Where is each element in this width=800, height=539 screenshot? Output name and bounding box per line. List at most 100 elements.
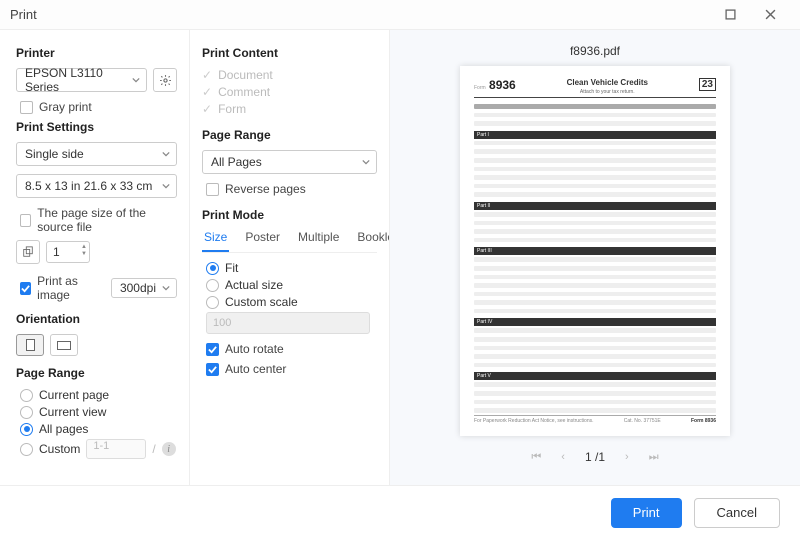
window-title: Print — [10, 7, 37, 22]
printer-settings-button[interactable] — [153, 68, 177, 92]
current-page-radio[interactable] — [20, 389, 33, 402]
gear-icon — [159, 74, 172, 87]
printer-selected: EPSON L3110 Series — [25, 66, 126, 94]
page-size-source-label: The page size of the source file — [37, 206, 177, 234]
copies-input[interactable]: 1 ▲▼ — [46, 241, 90, 263]
custom-range-input[interactable]: 1-1 — [86, 439, 146, 459]
actual-size-radio[interactable] — [206, 279, 219, 292]
auto-rotate-label: Auto rotate — [225, 342, 284, 356]
preview-filename: f8936.pdf — [570, 44, 620, 58]
custom-scale-input: 100 — [206, 312, 370, 334]
gray-print-checkbox[interactable] — [20, 101, 33, 114]
mid-page-range-heading: Page Range — [202, 128, 377, 142]
pager-current: 1 — [585, 450, 592, 464]
collate-icon — [22, 246, 34, 258]
info-icon[interactable]: i — [162, 442, 176, 456]
cancel-button[interactable]: Cancel — [694, 498, 780, 528]
tab-booklet[interactable]: Booklet — [355, 230, 390, 252]
chevron-down-icon — [162, 147, 170, 161]
fit-label: Fit — [225, 261, 238, 275]
paper-size-value: 8.5 x 13 in 21.6 x 33 cm — [25, 179, 152, 193]
dpi-select[interactable]: 300dpi — [111, 278, 177, 298]
close-icon — [765, 9, 776, 20]
middle-column: Print Content ✓ Document ✓ Comment ✓ Form P… — [190, 30, 390, 485]
copies-value: 1 — [53, 245, 60, 259]
form-prefix: Form — [474, 85, 486, 91]
fit-radio[interactable] — [206, 262, 219, 275]
content-form: ✓ Form — [202, 102, 377, 116]
range-slash: / — [152, 442, 155, 456]
dialog-footer: Print Cancel — [0, 485, 800, 539]
current-page-label: Current page — [39, 388, 109, 402]
tab-size[interactable]: Size — [202, 230, 229, 252]
preview-page: Form 8936 Clean Vehicle Credits Attach t… — [460, 66, 730, 436]
print-mode-heading: Print Mode — [202, 208, 377, 222]
maximize-button[interactable] — [710, 1, 750, 29]
all-pages-label: All pages — [39, 422, 88, 436]
current-view-radio[interactable] — [20, 406, 33, 419]
print-button[interactable]: Print — [611, 498, 682, 528]
current-view-label: Current view — [39, 405, 106, 419]
custom-range-radio[interactable] — [20, 443, 33, 456]
reverse-pages-label: Reverse pages — [225, 182, 306, 196]
custom-scale-radio[interactable] — [206, 296, 219, 309]
check-icon: ✓ — [202, 85, 212, 99]
orientation-heading: Orientation — [16, 312, 177, 326]
orientation-portrait[interactable] — [16, 334, 44, 356]
chevron-down-icon — [362, 155, 370, 169]
landscape-icon — [57, 341, 71, 350]
content-area: Printer EPSON L3110 Series Gray print Pr… — [0, 30, 800, 485]
page-range-select[interactable]: All Pages — [202, 150, 377, 174]
check-icon: ✓ — [202, 68, 212, 82]
orientation-landscape[interactable] — [50, 334, 78, 356]
form-number: 8936 — [489, 78, 516, 92]
pager-last[interactable]: ⏭ — [649, 451, 659, 464]
pager-next[interactable]: › — [625, 451, 629, 463]
actual-size-label: Actual size — [225, 278, 283, 292]
form-title: Clean Vehicle Credits — [522, 78, 693, 87]
content-document-label: Document — [218, 68, 273, 82]
printer-select[interactable]: EPSON L3110 Series — [16, 68, 147, 92]
collate-button[interactable] — [16, 240, 40, 264]
custom-label: Custom — [39, 442, 80, 456]
print-as-image-label: Print as image — [37, 274, 101, 302]
page-range-value: All Pages — [211, 155, 262, 169]
chevron-down-icon — [132, 73, 140, 87]
custom-scale-label: Custom scale — [225, 295, 298, 309]
maximize-icon — [725, 9, 736, 20]
content-form-label: Form — [218, 102, 246, 116]
check-icon: ✓ — [202, 102, 212, 116]
tab-multiple[interactable]: Multiple — [296, 230, 341, 252]
form-year: 23 — [699, 78, 716, 91]
print-content-heading: Print Content — [202, 46, 377, 60]
dpi-value: 300dpi — [120, 281, 156, 295]
content-document: ✓ Document — [202, 68, 377, 82]
preview-pager: ⏮ ‹ 1 /1 › ⏭ — [531, 450, 658, 464]
print-settings-heading: Print Settings — [16, 120, 177, 134]
form-subtitle: Attach to your tax return. — [522, 89, 693, 95]
copies-up-icon[interactable]: ▲ — [81, 244, 87, 251]
tab-poster[interactable]: Poster — [243, 230, 282, 252]
all-pages-radio[interactable] — [20, 423, 33, 436]
page-size-source-checkbox[interactable] — [20, 214, 31, 227]
content-comment-label: Comment — [218, 85, 270, 99]
reverse-pages-checkbox[interactable] — [206, 183, 219, 196]
pager-prev[interactable]: ‹ — [561, 451, 565, 463]
portrait-icon — [26, 339, 35, 351]
gray-print-label: Gray print — [39, 100, 92, 114]
left-page-range-heading: Page Range — [16, 366, 177, 380]
copies-down-icon[interactable]: ▼ — [81, 251, 87, 258]
preview-pane: f8936.pdf Form 8936 Clean Vehicle Credit… — [390, 30, 800, 485]
close-button[interactable] — [750, 1, 790, 29]
pager-total: 1 — [598, 450, 605, 464]
paper-size-select[interactable]: 8.5 x 13 in 21.6 x 33 cm — [16, 174, 177, 198]
content-comment: ✓ Comment — [202, 85, 377, 99]
auto-center-checkbox[interactable] — [206, 363, 219, 376]
auto-rotate-checkbox[interactable] — [206, 343, 219, 356]
print-as-image-checkbox[interactable] — [20, 282, 31, 295]
titlebar: Print — [0, 0, 800, 30]
chevron-down-icon — [162, 281, 170, 295]
pager-first[interactable]: ⏮ — [531, 451, 541, 464]
left-column: Printer EPSON L3110 Series Gray print Pr… — [0, 30, 190, 485]
sides-select[interactable]: Single side — [16, 142, 177, 166]
